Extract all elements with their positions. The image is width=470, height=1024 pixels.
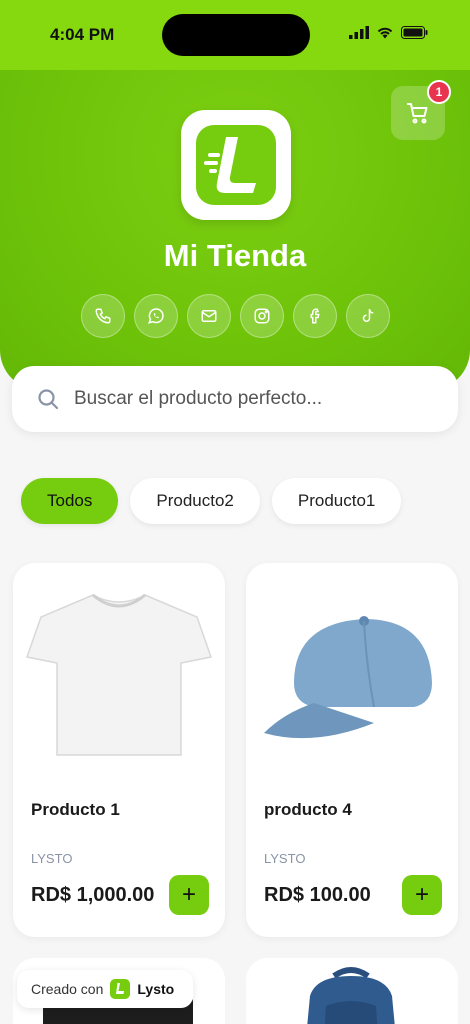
product-card[interactable]: producto 4 LYSTO RD$ 100.00 + [246, 563, 458, 937]
add-to-cart-button[interactable]: + [169, 875, 209, 915]
store-name: Mi Tienda [163, 238, 307, 273]
category-filters: Todos Producto2 Producto1 [21, 478, 402, 524]
mail-button[interactable] [187, 294, 231, 338]
search-icon [38, 389, 59, 410]
social-links [81, 294, 390, 338]
signal-icon [349, 26, 369, 39]
lysto-brand: Lysto [137, 981, 175, 997]
product-card[interactable]: Producto 1 LYSTO RD$ 1,000.00 + [13, 563, 225, 937]
mail-icon [201, 310, 217, 322]
status-time: 4:04 PM [50, 25, 115, 44]
search-bar[interactable] [12, 366, 458, 432]
product-card-partial[interactable] [246, 958, 458, 1024]
facebook-icon [310, 308, 320, 324]
plus-icon: + [414, 881, 429, 908]
battery-icon [401, 26, 428, 39]
product-brand: LYSTO [31, 851, 73, 866]
dynamic-island [162, 14, 310, 56]
product-price: RD$ 100.00 [264, 884, 371, 906]
filter-chip-todos[interactable]: Todos [21, 478, 119, 524]
phone-button[interactable] [81, 294, 125, 338]
wifi-icon [377, 27, 393, 39]
plus-icon: + [181, 881, 196, 908]
whatsapp-button[interactable] [134, 294, 178, 338]
facebook-button[interactable] [293, 294, 337, 338]
product-brand: LYSTO [264, 851, 306, 866]
tiktok-button[interactable] [346, 294, 390, 338]
search-input[interactable] [74, 388, 404, 410]
cart-icon [407, 103, 428, 124]
product-name: producto 4 [264, 800, 352, 819]
filter-chip-producto1[interactable]: Producto1 [271, 478, 402, 524]
product-image-cap [254, 573, 450, 773]
store-logo [181, 110, 291, 220]
status-bar: 4:04 PM [0, 0, 470, 70]
add-to-cart-button[interactable]: + [402, 875, 442, 915]
cart-count-badge: 1 [427, 80, 451, 104]
instagram-icon [254, 308, 270, 324]
product-image-backpack [307, 967, 395, 1024]
phone-icon [95, 308, 111, 324]
lysto-logo-icon [110, 979, 131, 999]
product-image-tshirt [21, 573, 217, 773]
instagram-button[interactable] [240, 294, 284, 338]
product-price: RD$ 1,000.00 [31, 884, 155, 906]
product-name: Producto 1 [31, 800, 120, 819]
created-with-label: Creado con [31, 981, 104, 997]
filter-chip-producto2[interactable]: Producto2 [130, 478, 260, 524]
tiktok-icon [362, 309, 374, 322]
created-with-badge[interactable]: Creado con Lysto [17, 970, 193, 1008]
whatsapp-icon [148, 308, 164, 324]
